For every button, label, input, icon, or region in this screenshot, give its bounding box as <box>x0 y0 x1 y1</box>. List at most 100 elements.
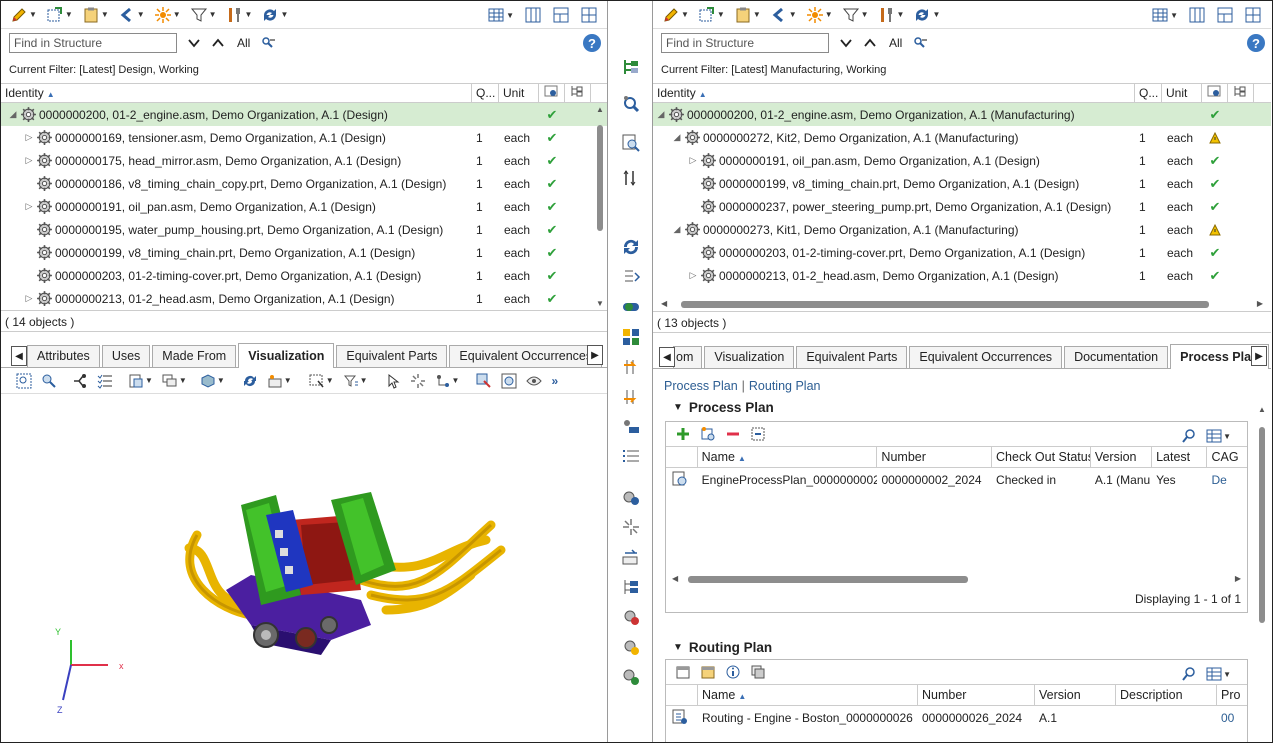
tree-row[interactable]: ▷ 0000000191, oil_pan.asm, Demo Organizat… <box>1 195 607 218</box>
remove-icon[interactable] <box>722 423 744 445</box>
column-layout-icon[interactable]: ▼ <box>484 4 517 26</box>
search-icon[interactable] <box>1178 425 1200 447</box>
horizontal-split-icon[interactable] <box>1213 4 1237 26</box>
unit-column-header[interactable]: Unit <box>1162 83 1202 103</box>
tab-bom[interactable]: om <box>673 346 703 368</box>
routing-plan-link[interactable]: Routing Plan <box>749 379 821 393</box>
clipboard-icon[interactable]: ▼ <box>79 4 112 26</box>
publish-icon[interactable]: ▼ <box>264 370 295 392</box>
unit-column-header[interactable]: Unit <box>499 83 539 103</box>
process-plan-link[interactable]: Process Plan <box>664 379 738 393</box>
identity-column-header[interactable]: Identity ▲ <box>1 83 472 103</box>
paste-special-icon[interactable] <box>621 267 641 287</box>
scroll-thumb[interactable] <box>681 301 1209 308</box>
description-column-header[interactable]: Description <box>1116 685 1217 705</box>
find-options-icon[interactable] <box>260 35 276 51</box>
find-options-icon[interactable] <box>912 35 928 51</box>
name-column-header[interactable]: Name ▲ <box>698 447 878 467</box>
toggle-icon[interactable] <box>621 297 641 317</box>
edit-pencil-icon[interactable]: ▼ <box>659 4 692 26</box>
tree-filter-icon[interactable]: ▼ <box>340 370 371 392</box>
process-plan-horizontal-scrollbar[interactable]: ◀ ▶ <box>672 574 1241 584</box>
expand-icon[interactable]: ▷ <box>23 201 35 212</box>
check-out-status-column-header[interactable]: Check Out Status <box>992 447 1091 467</box>
edit-pencil-icon[interactable]: ▼ <box>7 4 40 26</box>
find-occurrence-icon[interactable] <box>621 94 641 114</box>
refresh-icon[interactable] <box>239 370 261 392</box>
tree-row[interactable]: 0000000203, 01-2-timing-cover.prt, Demo … <box>653 241 1271 264</box>
insert-icon[interactable]: ▼ <box>695 4 728 26</box>
zoom-all-icon[interactable] <box>498 370 520 392</box>
pro-column-header[interactable]: Pro <box>1217 685 1247 705</box>
tree-row[interactable]: 0000000199, v8_timing_chain.prt, Demo Or… <box>653 172 1271 195</box>
grid-split-icon[interactable] <box>1241 4 1265 26</box>
collapse-icon[interactable]: ◢ <box>7 109 19 120</box>
expand-icon[interactable]: ▷ <box>23 293 35 304</box>
gear-link-icon[interactable] <box>621 487 641 507</box>
filter-icon[interactable]: ▼ <box>839 4 872 26</box>
insert-icon[interactable]: ▼ <box>43 4 76 26</box>
chevron-up-icon[interactable] <box>211 36 225 50</box>
collapse-icon[interactable]: ◢ <box>671 224 683 235</box>
number-column-header[interactable]: Number <box>918 685 1035 705</box>
expand-icon[interactable]: ▷ <box>687 270 699 281</box>
gear-add-icon[interactable] <box>621 607 641 627</box>
transform-down-icon[interactable] <box>621 357 641 377</box>
tab-attributes[interactable]: Attributes <box>27 345 100 367</box>
tree-row[interactable]: ◢ 0000000200, 01-2_engine.asm, Demo Organ… <box>1 103 607 126</box>
tab-scroll-left-icon[interactable]: ◀ <box>11 346 27 366</box>
gear-link-green-icon[interactable] <box>621 667 641 687</box>
version-column-header[interactable]: Version <box>1091 447 1153 467</box>
routing-pro-link[interactable]: 00 <box>1217 711 1247 725</box>
scroll-thumb[interactable] <box>688 576 968 583</box>
find-in-structure-input[interactable] <box>661 33 829 53</box>
version-column-header[interactable]: Version <box>1035 685 1116 705</box>
vertical-split-icon[interactable] <box>521 4 545 26</box>
tab-visualization[interactable]: Visualization <box>238 343 335 368</box>
collapse-icon[interactable]: ◢ <box>671 132 683 143</box>
tree-row[interactable]: ▷ 0000000175, head_mirror.asm, Demo Organ… <box>1 149 607 172</box>
tree-row[interactable]: 0000000186, v8_timing_chain_copy.prt, De… <box>1 172 607 195</box>
tree-row[interactable]: 0000000199, v8_timing_chain.prt, Demo Or… <box>1 241 607 264</box>
status-column-header[interactable] <box>1202 83 1228 103</box>
update-refresh-icon[interactable] <box>621 237 641 257</box>
chevron-down-icon[interactable] <box>839 36 853 50</box>
horizontal-split-icon[interactable] <box>549 4 573 26</box>
list-parts-icon[interactable] <box>621 447 641 467</box>
structure-column-header[interactable] <box>565 83 591 103</box>
hierarchy-icon[interactable]: ▼ <box>432 370 463 392</box>
process-plan-row[interactable]: EngineProcessPlan_0000000002 0000000002_… <box>666 468 1247 492</box>
quantity-column-header[interactable]: Q... <box>472 83 499 103</box>
tab-documentation[interactable]: Documentation <box>1064 346 1169 368</box>
find-all-button[interactable]: All <box>889 36 902 50</box>
tree-row[interactable]: ▷ 0000000213, 01-2_head.asm, Demo Organiz… <box>653 264 1271 287</box>
tree-row[interactable]: ◢ 0000000200, 01-2_engine.asm, Demo Organ… <box>653 103 1271 126</box>
grid-split-icon[interactable] <box>577 4 601 26</box>
chevron-down-icon[interactable] <box>187 36 201 50</box>
replace-icon[interactable] <box>621 547 641 567</box>
routing-plan-section-header[interactable]: ▼ Routing Plan <box>653 637 772 657</box>
search-icon[interactable] <box>1178 663 1200 685</box>
zoom-fit-icon[interactable] <box>13 370 35 392</box>
table-view-icon[interactable]: ▼ <box>1203 425 1234 447</box>
clipboard-icon[interactable]: ▼ <box>731 4 764 26</box>
burst-icon[interactable] <box>621 517 641 537</box>
structure-icon[interactable] <box>69 370 91 392</box>
explode-icon[interactable] <box>407 370 429 392</box>
plan-cag-link[interactable]: De <box>1207 473 1247 487</box>
tree-row[interactable]: ◢ 0000000273, Kit1, Demo Organization, A.… <box>653 218 1271 241</box>
link-parts-icon[interactable] <box>621 417 641 437</box>
expand-icon[interactable]: ▷ <box>23 155 35 166</box>
tree-row[interactable]: 0000000195, water_pump_housing.prt, Demo… <box>1 218 607 241</box>
select-region-icon[interactable]: ▼ <box>306 370 337 392</box>
latest-column-header[interactable]: Latest <box>1152 447 1208 467</box>
add-icon[interactable] <box>672 423 694 445</box>
pointer-icon[interactable] <box>382 370 404 392</box>
tools-icon[interactable]: ▼ <box>223 4 256 26</box>
tab-equivalent-occurrences[interactable]: Equivalent Occurrences <box>449 345 603 367</box>
zoom-window-icon[interactable] <box>38 370 60 392</box>
number-column-header[interactable]: Number <box>877 447 993 467</box>
gear-settings-icon[interactable] <box>621 637 641 657</box>
scroll-thumb[interactable] <box>1259 427 1265 623</box>
more-tools-icon[interactable]: » <box>548 370 561 392</box>
